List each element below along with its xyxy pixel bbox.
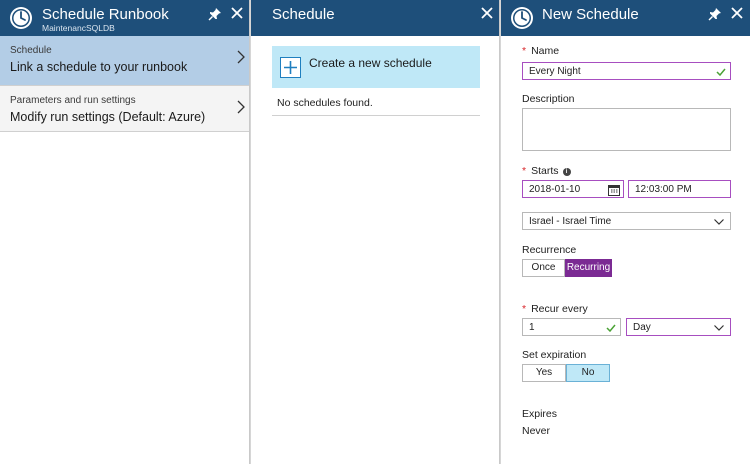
chevron-down-icon [714,219,724,225]
nav-item-value: Modify run settings (Default: Azure) [10,110,206,124]
recur-unit-value: Day [633,322,651,333]
expiration-label: Set expiration [522,349,587,361]
create-schedule-button[interactable]: Create a new schedule [272,46,480,88]
clock-icon [511,7,533,29]
new-schedule-blade: New Schedule * Name Every Night Descripti… [500,0,750,464]
recur-unit-select[interactable]: Day [626,318,731,336]
blade-header: New Schedule [501,0,750,36]
chevron-right-icon [237,100,245,114]
recurrence-label: Recurrence [522,244,577,256]
checkmark-icon [716,68,726,76]
name-label-text: Name [531,45,560,57]
description-label: Description [522,93,575,105]
blade-title: Schedule [272,6,335,23]
expiration-no-button[interactable]: No [566,364,610,382]
recurrence-recurring-button[interactable]: Recurring [565,259,612,277]
divider [272,115,480,116]
expiration-yes-button[interactable]: Yes [522,364,566,382]
create-schedule-label: Create a new schedule [309,56,432,70]
schedule-runbook-blade: Schedule Runbook MaintenancSQLDB Schedul… [0,0,250,464]
nav-item-parameters[interactable]: Parameters and run settings Modify run s… [0,86,249,132]
recur-every-label: * Recur every [522,303,588,315]
required-marker: * [522,165,527,177]
schedule-blade: Schedule Create a new schedule No schedu… [250,0,500,464]
expires-value: Never [522,425,551,437]
chevron-down-icon [714,325,724,331]
azure-portal: Schedule Runbook MaintenancSQLDB Schedul… [0,0,750,464]
timezone-value: Israel - Israel Time [529,216,612,227]
checkmark-icon [606,324,616,332]
name-value: Every Night [529,66,581,77]
expires-label: Expires [522,408,558,420]
recurrence-once-button[interactable]: Once [522,259,565,277]
close-icon[interactable] [481,7,493,19]
empty-state-text: No schedules found. [277,97,373,109]
plus-icon [280,57,301,78]
recur-every-label-text: Recur every [531,303,588,315]
info-icon[interactable]: i [562,168,571,176]
close-icon[interactable] [231,7,243,19]
nav-item-label: Parameters and run settings [10,95,136,106]
start-time-field[interactable]: 12:03:00 PM [628,180,731,198]
blade-header: Schedule Runbook MaintenancSQLDB [0,0,249,36]
blade-subtitle: MaintenancSQLDB [42,23,115,33]
start-time-value: 12:03:00 PM [635,184,692,195]
starts-label: * Starts i [522,165,571,177]
pin-icon[interactable] [208,7,222,21]
pin-icon[interactable] [708,7,722,21]
blade-title: Schedule Runbook [42,6,169,23]
required-marker: * [522,303,527,315]
blade-header: Schedule [251,0,499,36]
recur-every-field[interactable]: 1 [522,318,621,336]
close-icon[interactable] [731,7,743,19]
description-field[interactable] [522,108,731,151]
start-date-value: 2018-01-10 [529,184,581,195]
nav-item-schedule[interactable]: Schedule Link a schedule to your runbook [0,36,249,86]
calendar-icon[interactable] [608,184,620,196]
name-label: * Name [522,45,559,57]
timezone-select[interactable]: Israel - Israel Time [522,212,731,230]
starts-label-text: Starts [531,165,559,177]
required-marker: * [522,45,527,57]
nav-item-label: Schedule [10,45,52,56]
recur-every-value: 1 [529,322,535,333]
name-field[interactable]: Every Night [522,62,731,80]
clock-icon [10,7,32,29]
blade-title: New Schedule [542,6,639,23]
start-date-field[interactable]: 2018-01-10 [522,180,624,198]
nav-item-value: Link a schedule to your runbook [10,60,188,74]
chevron-right-icon [237,50,245,64]
